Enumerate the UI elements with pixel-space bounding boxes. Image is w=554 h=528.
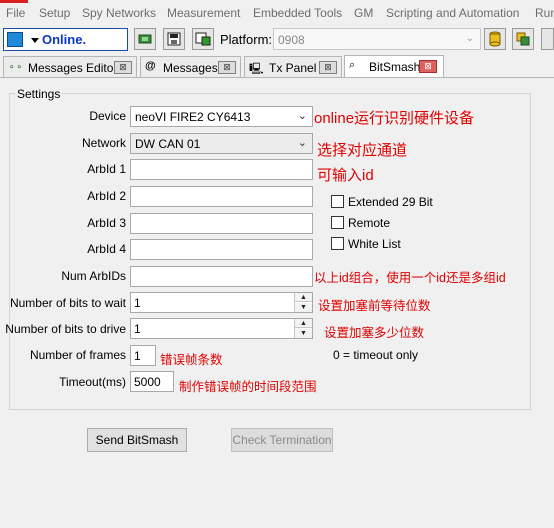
tools-icon[interactable] — [512, 28, 534, 50]
frames-stepper[interactable]: 1 — [130, 345, 156, 366]
dropdown-arrow-icon — [31, 38, 39, 43]
stepper-down-icon[interactable]: ▼ — [295, 303, 312, 312]
timeout-note: 制作错误帧的时间段范围 — [179, 380, 317, 394]
frames-hint: 0 = timeout only — [333, 348, 419, 362]
menu-spy-networks[interactable]: Spy Networks — [82, 6, 156, 20]
menu-file[interactable]: File — [6, 6, 25, 20]
timeout-label: Timeout(ms) — [59, 375, 126, 389]
status-icon — [7, 32, 23, 47]
bits-drive-note: 设置加塞多少位数 — [324, 326, 425, 340]
more-icon[interactable] — [541, 28, 554, 50]
bits-wait-value: 1 — [134, 296, 141, 310]
bits-wait-note: 设置加塞前等待位数 — [318, 299, 431, 313]
database-icon[interactable] — [484, 28, 506, 50]
platform-select[interactable]: 0908 ⌄ — [273, 28, 481, 50]
check-termination-button[interactable]: Check Termination — [231, 428, 333, 452]
tab-messages-editor[interactable]: ⚬⚬ Messages Editor ⊠ — [3, 56, 137, 77]
num-arbids-input[interactable] — [130, 266, 313, 287]
arbid3-label: ArbId 3 — [87, 216, 126, 230]
network-value: DW CAN 01 — [135, 137, 201, 151]
send-bitsmash-button[interactable]: Send BitSmash — [87, 428, 187, 452]
messages-icon: @ — [145, 60, 156, 72]
arbid1-label: ArbId 1 — [87, 162, 126, 176]
network-label: Network — [81, 136, 126, 150]
tab-bitsmash[interactable]: ⌕ BitSmash ⊠ — [344, 55, 444, 78]
platform-value: 0908 — [278, 33, 305, 47]
timeout-value: 5000 — [134, 375, 161, 389]
device-label: Device — [89, 109, 126, 123]
online-status-dropdown[interactable]: Online. — [3, 28, 128, 51]
messages-editor-icon: ⚬⚬ — [8, 62, 24, 72]
bitsmash-icon: ⌕ — [349, 59, 356, 71]
close-icon[interactable]: ⊠ — [114, 61, 132, 74]
frames-value: 1 — [134, 349, 141, 363]
white-list-label: White List — [348, 237, 401, 251]
remote-label: Remote — [348, 216, 391, 230]
frames-note: 错误帧条数 — [160, 353, 223, 367]
platform-label: Platform: — [220, 32, 273, 47]
arbid4-input[interactable] — [130, 239, 313, 260]
hardware-icon[interactable] — [134, 28, 156, 50]
bits-wait-label: Number of bits to wait — [9, 296, 126, 310]
menu-setup[interactable]: Setup — [39, 6, 70, 20]
arbid-note: 可输入id — [317, 167, 374, 184]
tab-label: Messages — [163, 61, 218, 75]
close-icon[interactable]: ⊠ — [319, 61, 337, 74]
bits-drive-stepper[interactable]: 1 ▲ ▼ — [130, 318, 313, 339]
online-status-text: Online. — [42, 32, 87, 47]
stepper-buttons: ▲ ▼ — [294, 319, 312, 338]
num-arbids-note: 以上id组合，使用一个id还是多组id — [314, 271, 506, 285]
extended-29bit-label: Extended 29 Bit — [348, 195, 433, 209]
menu-measurement[interactable]: Measurement — [167, 6, 240, 20]
settings-legend: Settings — [15, 87, 63, 101]
close-icon[interactable]: ⊠ — [419, 60, 437, 73]
tab-divider — [0, 77, 554, 78]
arbid1-input[interactable] — [130, 159, 313, 180]
menu-run[interactable]: Run — [535, 6, 554, 20]
arbid4-label: ArbId 4 — [87, 242, 126, 256]
chevron-down-icon: ⌄ — [465, 33, 474, 44]
bits-drive-label: Number of bits to drive — [5, 322, 126, 336]
tab-messages[interactable]: @ Messages ⊠ — [140, 56, 241, 77]
device-note: online运行识别硬件设备 — [314, 110, 475, 127]
arbid3-input[interactable] — [130, 213, 313, 234]
tab-bar: ⚬⚬ Messages Editor ⊠ @ Messages ⊠ 🖳 Tx P… — [0, 55, 554, 78]
frames-label: Number of frames — [29, 348, 126, 362]
stepper-up-icon[interactable]: ▲ — [295, 319, 312, 328]
remote-checkbox[interactable] — [331, 216, 344, 229]
timeout-input[interactable]: 5000 — [130, 371, 174, 392]
close-icon[interactable]: ⊠ — [218, 61, 236, 74]
white-list-checkbox[interactable] — [331, 237, 344, 250]
platform-icon[interactable] — [192, 28, 214, 50]
tab-tx-panel[interactable]: 🖳 Tx Panel ⊠ — [244, 56, 342, 77]
tab-label: Messages Editor — [28, 61, 118, 75]
save-icon[interactable] — [163, 28, 185, 50]
menu-gm[interactable]: GM — [354, 6, 373, 20]
menu-scripting-automation[interactable]: Scripting and Automation — [386, 6, 519, 20]
tab-label: Tx Panel — [269, 61, 317, 75]
chevron-down-icon: ⌄ — [297, 110, 307, 122]
stepper-up-icon[interactable]: ▲ — [295, 293, 312, 302]
tab-label: BitSmash — [369, 60, 421, 74]
menu-bar: File Setup Spy Networks Measurement Embe… — [0, 0, 554, 28]
stepper-down-icon[interactable]: ▼ — [295, 329, 312, 338]
extended-29bit-checkbox[interactable] — [331, 195, 344, 208]
arbid2-input[interactable] — [130, 186, 313, 207]
menu-embedded-tools[interactable]: Embedded Tools — [253, 6, 342, 20]
device-select[interactable]: neoVI FIRE2 CY6413 ⌄ — [130, 106, 313, 127]
device-value: neoVI FIRE2 CY6413 — [135, 110, 251, 124]
network-select[interactable]: DW CAN 01 ⌄ — [130, 133, 313, 154]
arbid2-label: ArbId 2 — [87, 189, 126, 203]
title-accent — [0, 0, 28, 3]
num-arbids-label: Num ArbIDs — [61, 269, 126, 283]
bits-drive-value: 1 — [134, 322, 141, 336]
chevron-down-icon: ⌄ — [297, 137, 307, 149]
network-note: 选择对应通道 — [317, 142, 408, 159]
bits-wait-stepper[interactable]: 1 ▲ ▼ — [130, 292, 313, 313]
toolbar: Online. Platform: 0908 ⌄ — [0, 28, 554, 54]
stepper-buttons: ▲ ▼ — [294, 293, 312, 312]
